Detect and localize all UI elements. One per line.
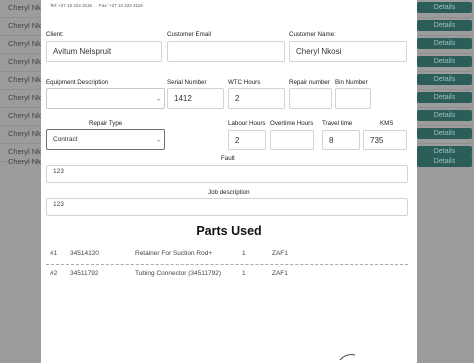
- list-row-name: Cheryl Nko: [8, 21, 46, 30]
- kms-value: 735: [370, 135, 384, 145]
- equipment-description-label: Equipment Description: [46, 79, 109, 86]
- list-row-name: Cheryl Nko: [8, 93, 46, 102]
- part-description: Tubing Connector (34511792): [135, 270, 222, 277]
- details-button[interactable]: Details: [417, 92, 472, 103]
- list-row-name: Cheryl Nko: [8, 3, 46, 12]
- details-button[interactable]: Details: [417, 38, 472, 49]
- signature-stroke: [339, 354, 356, 361]
- wtc-hours-field[interactable]: 2: [228, 88, 285, 109]
- repair-number-field[interactable]: [289, 88, 332, 109]
- list-row-name: Cheryl Nko: [8, 57, 46, 66]
- details-button[interactable]: Details: [417, 156, 472, 167]
- list-row-name: Cheryl Nko: [8, 39, 46, 48]
- customer-email-field[interactable]: [167, 41, 285, 62]
- job-description-textarea[interactable]: 123: [46, 198, 408, 216]
- part-code: 34514120: [70, 250, 99, 257]
- chevron-down-icon: ⌄: [155, 96, 161, 102]
- tel-text: Tel: +27 10 222 3115: [50, 3, 92, 8]
- travel-time-label: Travel time: [322, 120, 353, 127]
- overtime-hours-label: Overtime Hours: [270, 120, 314, 127]
- customer-name-value: Cheryl Nkosi: [296, 47, 342, 56]
- kms-label: KMS: [380, 120, 394, 127]
- fax-text: Fax: +27 10 222 3119: [99, 3, 143, 8]
- fault-value: 123: [53, 168, 64, 175]
- equipment-description-select[interactable]: ⌄: [46, 88, 165, 109]
- repair-type-select[interactable]: Contract ⌄: [46, 129, 165, 150]
- job-card-modal: Tel: +27 10 222 3115 Fax: +27 10 222 311…: [41, 0, 417, 363]
- parts-row: #2 34511792 Tubing Connector (34511792) …: [46, 265, 408, 285]
- parts-used-title: Parts Used: [196, 224, 262, 238]
- job-description-value: 123: [53, 201, 64, 208]
- list-row-name: Cheryl Nko: [8, 75, 46, 84]
- serial-number-label: Serial Number: [167, 79, 207, 86]
- details-button[interactable]: Details: [417, 56, 472, 67]
- labour-hours-label: Labour Hours: [228, 120, 266, 127]
- bin-number-field[interactable]: [335, 88, 371, 109]
- customer-email-label: Customer Email: [167, 31, 212, 38]
- labour-hours-field[interactable]: 2: [228, 130, 266, 150]
- part-location: ZAF1: [272, 250, 288, 257]
- chevron-down-icon: ⌄: [155, 137, 161, 143]
- details-button[interactable]: Details: [417, 74, 472, 85]
- customer-name-label: Customer Name:: [289, 31, 336, 38]
- details-button[interactable]: Details: [417, 2, 472, 13]
- wtc-hours-value: 2: [235, 94, 240, 103]
- details-button[interactable]: Details: [417, 20, 472, 31]
- kms-field[interactable]: 735: [363, 130, 407, 150]
- wtc-hours-label: WTC Hours: [228, 79, 261, 86]
- part-code: 34511792: [70, 270, 99, 277]
- repair-type-value: Contract: [53, 136, 78, 143]
- part-index: #1: [50, 250, 58, 257]
- repair-type-label: Repair Type: [89, 120, 123, 127]
- bin-number-label: Bin Number: [335, 79, 368, 86]
- part-description: Retainer For Suction Rod+: [135, 250, 213, 257]
- labour-hours-value: 2: [235, 135, 240, 145]
- job-description-label: Job description: [208, 189, 250, 196]
- contact-line: Tel: +27 10 222 3115 Fax: +27 10 222 311…: [50, 3, 143, 8]
- repair-number-label: Repair number: [289, 79, 330, 86]
- customer-name-field[interactable]: Cheryl Nkosi: [289, 41, 407, 62]
- part-quantity: 1: [242, 250, 246, 257]
- list-row-name: Cheryl Nko: [8, 157, 46, 166]
- travel-time-value: 8: [329, 135, 334, 145]
- travel-time-field[interactable]: 8: [322, 130, 360, 150]
- fault-label: Fault: [221, 155, 235, 162]
- list-row-name: Cheryl Nko: [8, 111, 46, 120]
- client-field[interactable]: Avitum Nelspruit: [46, 41, 162, 62]
- client-value: Avitum Nelspruit: [53, 47, 112, 56]
- details-button[interactable]: Details: [417, 128, 472, 139]
- part-location: ZAF1: [272, 270, 288, 277]
- parts-row: #1 34514120 Retainer For Suction Rod+ 1 …: [46, 245, 408, 265]
- fault-textarea[interactable]: 123: [46, 165, 408, 183]
- details-button[interactable]: Details: [417, 110, 472, 121]
- overtime-hours-field[interactable]: [270, 130, 314, 150]
- client-label: Client:: [46, 31, 64, 38]
- part-quantity: 1: [242, 270, 246, 277]
- part-index: #2: [50, 270, 58, 277]
- list-row-name: Cheryl Nko: [8, 129, 46, 138]
- serial-number-field[interactable]: 1412: [167, 88, 224, 109]
- serial-number-value: 1412: [174, 94, 192, 103]
